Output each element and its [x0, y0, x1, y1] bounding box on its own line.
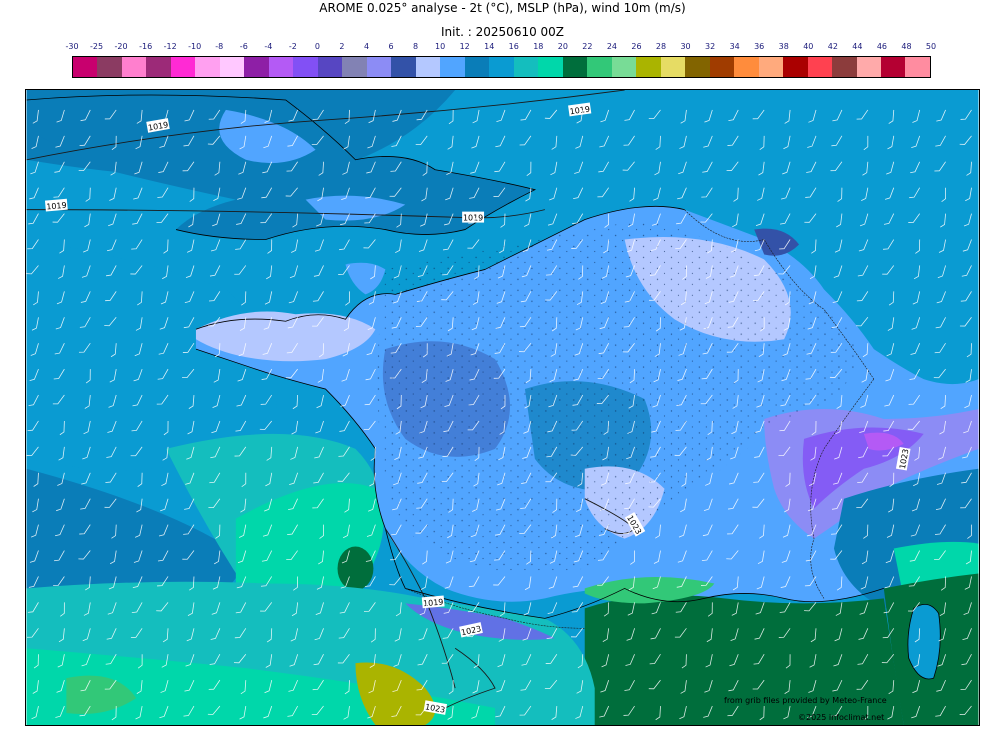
mediterranean [584, 595, 904, 725]
legend-swatch [440, 57, 465, 77]
legend-swatch [464, 57, 490, 77]
legend-tick-label: -30 [65, 42, 79, 51]
legend-tick-label: 50 [925, 42, 937, 51]
legend-tick-label: 20 [557, 42, 568, 51]
legend-swatch [342, 57, 367, 77]
legend-swatch [268, 57, 294, 77]
legend-swatch [366, 57, 392, 77]
legend-tick-label: -12 [163, 42, 177, 51]
legend-tick-label: 14 [484, 42, 495, 51]
legend-tick-label: 38 [778, 42, 789, 51]
legend-swatch [317, 57, 343, 77]
legend-swatch [660, 57, 686, 77]
legend-tick-label: 24 [606, 42, 618, 51]
legend-swatch [195, 57, 220, 77]
legend-tick-label: -8 [215, 42, 224, 51]
legend-swatch [219, 57, 245, 77]
legend-swatch [685, 57, 710, 77]
legend-tick-label: 44 [852, 42, 863, 51]
legend-tick-label: 36 [754, 42, 765, 51]
legend-tick-label: 0 [314, 42, 320, 51]
isobar-label: 1019 [463, 214, 483, 223]
legend-swatch [758, 57, 784, 77]
legend-swatch [73, 57, 98, 77]
legend-swatch [807, 57, 833, 77]
legend-swatch [587, 57, 612, 77]
isobar-label: 1019 [46, 201, 67, 212]
legend-tick-label: 28 [655, 42, 667, 51]
legend-swatch [293, 57, 318, 77]
legend-tick-label: 4 [363, 42, 370, 51]
legend-swatch [391, 57, 416, 77]
legend-swatch [709, 57, 735, 77]
legend-tick-label: 16 [508, 42, 519, 51]
weather-map: 1019 1019 1019 1019 1019 1023 1023 1023 … [25, 89, 980, 726]
legend-swatch [170, 57, 196, 77]
legend-tick-label: -20 [114, 42, 128, 51]
color-legend [72, 56, 931, 78]
legend-tick-label: 8 [413, 42, 419, 51]
legend-tick-label: 22 [582, 42, 593, 51]
legend-tick-label: 42 [827, 42, 838, 51]
legend-swatch [832, 57, 857, 77]
legend-swatch [244, 57, 269, 77]
legend-tick-label: 34 [729, 42, 740, 51]
legend-tick-labels: -30 -25 -20 -16 -12 -10 -8 -6 -4 -2 0 2 4 6 8 10 12 14 16 1… [65, 42, 936, 54]
legend-swatch [783, 57, 808, 77]
legend-swatch [97, 57, 122, 77]
legend-swatch [562, 57, 588, 77]
copyright-credit: ©2025 infoclimat.net [798, 713, 885, 722]
legend-swatch [489, 57, 514, 77]
legend-tick-label: -2 [288, 42, 297, 51]
legend-tick-label: 32 [705, 42, 716, 51]
legend-swatch [636, 57, 661, 77]
legend-swatch [734, 57, 759, 77]
legend-tick-label: -16 [139, 42, 153, 51]
legend-tick-label: -25 [89, 42, 104, 51]
legend-tick-label: 40 [803, 42, 814, 51]
init-time: Init. : 20250610 00Z [440, 25, 565, 39]
legend-swatch [415, 57, 441, 77]
legend-tick-label: -10 [188, 42, 202, 51]
legend-tick-label: 30 [680, 42, 691, 51]
legend-tick-label: 12 [459, 42, 470, 51]
legend-swatch [121, 57, 147, 77]
biscay-warm-spot [337, 546, 374, 591]
legend-swatch [538, 57, 563, 77]
legend-swatch [880, 57, 906, 77]
legend-swatch [513, 57, 539, 77]
legend-tick-label: 10 [435, 42, 446, 51]
legend-tick-label: 26 [631, 42, 642, 51]
data-credit: from grib files provided by Meteo-France [724, 696, 887, 705]
legend-tick-label: -4 [264, 42, 273, 51]
legend-tick-label: 46 [876, 42, 887, 51]
legend-swatch [146, 57, 171, 77]
legend-tick-label: 6 [388, 42, 394, 51]
legend-tick-label: 48 [901, 42, 912, 51]
map-title: AROME 0.025° analyse - 2t (°C), MSLP (hP… [319, 1, 686, 15]
legend-swatch [856, 57, 881, 77]
legend-tick-label: -6 [239, 42, 248, 51]
legend-swatch [611, 57, 637, 77]
legend-swatch [905, 57, 930, 77]
legend-tick-label: 18 [533, 42, 544, 51]
legend-tick-label: 2 [339, 42, 345, 51]
